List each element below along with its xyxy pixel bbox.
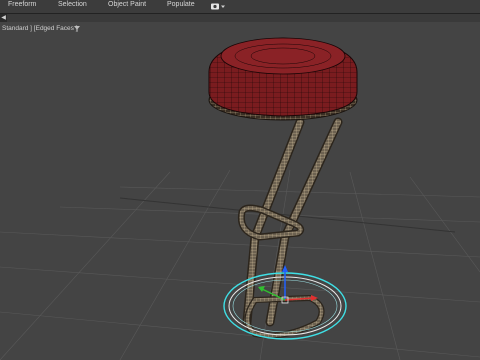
- tab-populate[interactable]: Populate: [167, 1, 195, 8]
- stool-seat: [208, 37, 358, 121]
- viewport-label[interactable]: Standard ] [Edged Faces ]: [2, 25, 78, 32]
- ribbon-tab-bar: Freeform Selection Object Paint Populate: [0, 0, 480, 14]
- ground-grid: [0, 169, 480, 360]
- filter-icon[interactable]: [74, 26, 80, 32]
- tab-freeform[interactable]: Freeform: [8, 1, 36, 8]
- stool-frame: [237, 117, 343, 339]
- tab-object-paint[interactable]: Object Paint: [108, 1, 146, 8]
- viewport-scene[interactable]: [0, 22, 480, 360]
- app-window: Freeform Selection Object Paint Populate…: [0, 0, 480, 360]
- tab-selection[interactable]: Selection: [58, 1, 87, 8]
- viewport-menu-icon[interactable]: ◀: [0, 14, 7, 22]
- ribbon-options-dropdown-icon[interactable]: [210, 2, 226, 11]
